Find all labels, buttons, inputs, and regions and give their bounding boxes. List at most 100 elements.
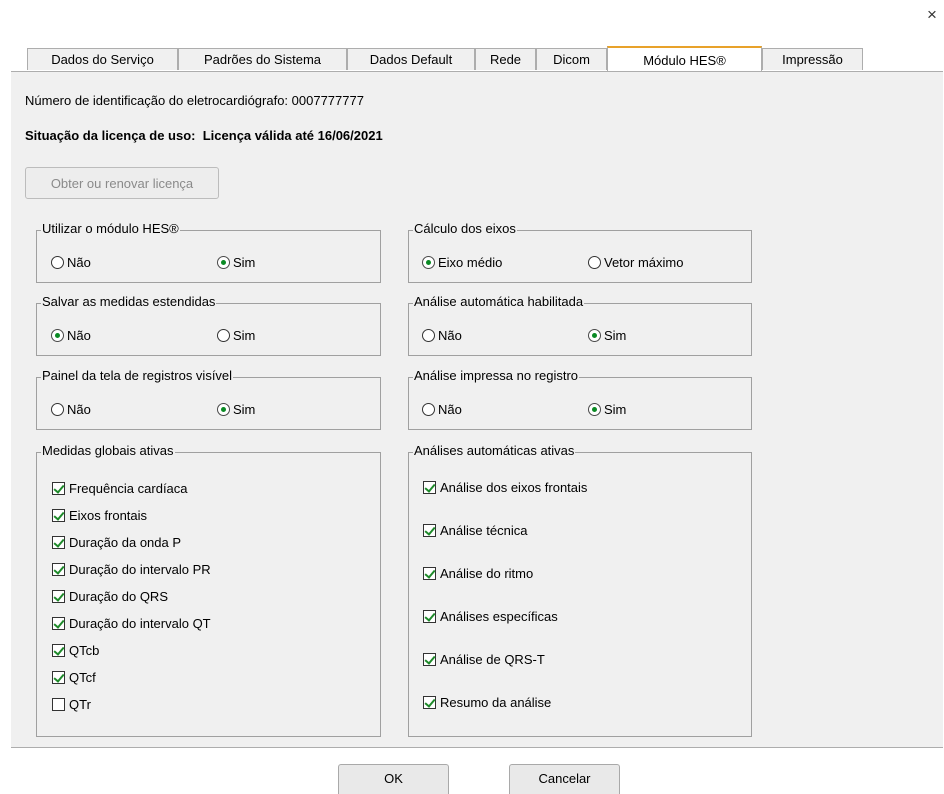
checkbox-label: Eixos frontais bbox=[69, 508, 148, 523]
radio-on-icon bbox=[217, 256, 230, 269]
check-duracao-onda-p[interactable]: Duração da onda P bbox=[52, 535, 181, 550]
group-auto-analyses: Análises automáticas ativas Análise dos … bbox=[408, 443, 752, 737]
close-icon[interactable]: × bbox=[927, 6, 937, 23]
radio-off-icon bbox=[422, 329, 435, 342]
checkbox-label: Duração do QRS bbox=[69, 589, 168, 604]
checkbox-label: Frequência cardíaca bbox=[69, 481, 188, 496]
check-analises-especificas[interactable]: Análises específicas bbox=[423, 609, 558, 624]
radio-off-icon bbox=[217, 329, 230, 342]
group-title: Medidas globais ativas bbox=[41, 443, 175, 458]
checkbox-checked-icon bbox=[423, 567, 436, 580]
checkbox-checked-icon bbox=[52, 482, 65, 495]
tab-impressao[interactable]: Impressão bbox=[762, 48, 863, 70]
radio-use-hes-nao[interactable]: Não bbox=[51, 255, 91, 270]
checkbox-checked-icon bbox=[423, 610, 436, 623]
radio-printed-analysis-nao[interactable]: Não bbox=[422, 402, 462, 417]
checkbox-checked-icon bbox=[52, 563, 65, 576]
license-value: Licença válida até 16/06/2021 bbox=[202, 128, 383, 143]
ok-button[interactable]: OK bbox=[338, 764, 449, 794]
radio-auto-analysis-sim[interactable]: Sim bbox=[588, 328, 626, 343]
tab-dados-do-servico[interactable]: Dados do Serviço bbox=[27, 48, 178, 70]
check-analise-tecnica[interactable]: Análise técnica bbox=[423, 523, 527, 538]
group-title: Salvar as medidas estendidas bbox=[41, 294, 217, 309]
tab-modulo-hes[interactable]: Módulo HES® bbox=[607, 46, 762, 71]
group-use-hes: Utilizar o módulo HES® Não Sim bbox=[36, 221, 381, 283]
radio-label: Não bbox=[67, 328, 91, 343]
radio-label: Sim bbox=[233, 255, 256, 270]
renew-license-button[interactable]: Obter ou renovar licença bbox=[25, 167, 219, 199]
group-title: Análises automáticas ativas bbox=[413, 443, 576, 458]
check-analise-eixos-frontais[interactable]: Análise dos eixos frontais bbox=[423, 480, 587, 495]
radio-on-icon bbox=[588, 403, 601, 416]
checkbox-checked-icon bbox=[423, 653, 436, 666]
group-title: Utilizar o módulo HES® bbox=[41, 221, 180, 236]
checkbox-label: Duração do intervalo PR bbox=[69, 562, 211, 577]
checkbox-checked-icon bbox=[52, 590, 65, 603]
checkbox-checked-icon bbox=[52, 536, 65, 549]
checkbox-label: Análise do ritmo bbox=[440, 566, 534, 581]
radio-label: Sim bbox=[233, 328, 256, 343]
radio-on-icon bbox=[422, 256, 435, 269]
group-save-extended: Salvar as medidas estendidas Não Sim bbox=[36, 294, 381, 356]
radio-label: Sim bbox=[233, 402, 256, 417]
tab-padroes-do-sistema[interactable]: Padrões do Sistema bbox=[178, 48, 347, 70]
checkbox-label: Análise técnica bbox=[440, 523, 528, 538]
check-eixos-frontais[interactable]: Eixos frontais bbox=[52, 508, 147, 523]
radio-label: Não bbox=[67, 255, 91, 270]
radio-label: Vetor máximo bbox=[604, 255, 684, 270]
radio-on-icon bbox=[588, 329, 601, 342]
radio-on-icon bbox=[51, 329, 64, 342]
radio-label: Não bbox=[438, 328, 462, 343]
group-title: Painel da tela de registros visível bbox=[41, 368, 234, 383]
checkbox-checked-icon bbox=[52, 617, 65, 630]
device-id-label: Número de identificação do eletrocardióg… bbox=[25, 93, 364, 108]
check-analise-qrs-t[interactable]: Análise de QRS-T bbox=[423, 652, 545, 667]
check-resumo-analise[interactable]: Resumo da análise bbox=[423, 695, 551, 710]
radio-use-hes-sim[interactable]: Sim bbox=[217, 255, 255, 270]
checkbox-checked-icon bbox=[52, 644, 65, 657]
group-auto-analysis: Análise automática habilitada Não Sim bbox=[408, 294, 752, 356]
checkbox-label: QTcf bbox=[69, 670, 96, 685]
tab-dados-default[interactable]: Dados Default bbox=[347, 48, 475, 70]
tab-rede[interactable]: Rede bbox=[475, 48, 536, 70]
check-qtr[interactable]: QTr bbox=[52, 697, 91, 712]
radio-label: Não bbox=[438, 402, 462, 417]
checkbox-checked-icon bbox=[52, 671, 65, 684]
radio-printed-analysis-sim[interactable]: Sim bbox=[588, 402, 626, 417]
check-duracao-qrs[interactable]: Duração do QRS bbox=[52, 589, 168, 604]
group-axis-calc: Cálculo dos eixos Eixo médio Vetor máxim… bbox=[408, 221, 752, 283]
radio-label: Não bbox=[67, 402, 91, 417]
group-panel-visible: Painel da tela de registros visível Não … bbox=[36, 368, 381, 430]
check-frequencia-cardiaca[interactable]: Frequência cardíaca bbox=[52, 481, 188, 496]
checkbox-label: Análise dos eixos frontais bbox=[440, 480, 588, 495]
checkbox-checked-icon bbox=[423, 524, 436, 537]
radio-panel-visible-sim[interactable]: Sim bbox=[217, 402, 255, 417]
group-title: Análise automática habilitada bbox=[413, 294, 585, 309]
group-title: Análise impressa no registro bbox=[413, 368, 580, 383]
checkbox-label: Duração do intervalo QT bbox=[69, 616, 211, 631]
radio-on-icon bbox=[217, 403, 230, 416]
tab-dicom[interactable]: Dicom bbox=[536, 48, 607, 70]
check-duracao-intervalo-pr[interactable]: Duração do intervalo PR bbox=[52, 562, 211, 577]
radio-save-extended-sim[interactable]: Sim bbox=[217, 328, 255, 343]
checkbox-label: QTr bbox=[69, 697, 91, 712]
group-printed-analysis: Análise impressa no registro Não Sim bbox=[408, 368, 752, 430]
radio-eixo-medio[interactable]: Eixo médio bbox=[422, 255, 502, 270]
checkbox-checked-icon bbox=[423, 696, 436, 709]
checkbox-label: Análise de QRS-T bbox=[440, 652, 545, 667]
check-analise-ritmo[interactable]: Análise do ritmo bbox=[423, 566, 533, 581]
radio-save-extended-nao[interactable]: Não bbox=[51, 328, 91, 343]
checkbox-checked-icon bbox=[52, 509, 65, 522]
cancel-button[interactable]: Cancelar bbox=[509, 764, 620, 794]
check-qtcf[interactable]: QTcf bbox=[52, 670, 96, 685]
radio-off-icon bbox=[51, 403, 64, 416]
radio-off-icon bbox=[422, 403, 435, 416]
radio-auto-analysis-nao[interactable]: Não bbox=[422, 328, 462, 343]
check-qtcb[interactable]: QTcb bbox=[52, 643, 99, 658]
radio-label: Sim bbox=[604, 402, 627, 417]
radio-panel-visible-nao[interactable]: Não bbox=[51, 402, 91, 417]
checkbox-label: QTcb bbox=[69, 643, 100, 658]
check-duracao-intervalo-qt[interactable]: Duração do intervalo QT bbox=[52, 616, 211, 631]
checkbox-unchecked-icon bbox=[52, 698, 65, 711]
radio-vetor-maximo[interactable]: Vetor máximo bbox=[588, 255, 683, 270]
